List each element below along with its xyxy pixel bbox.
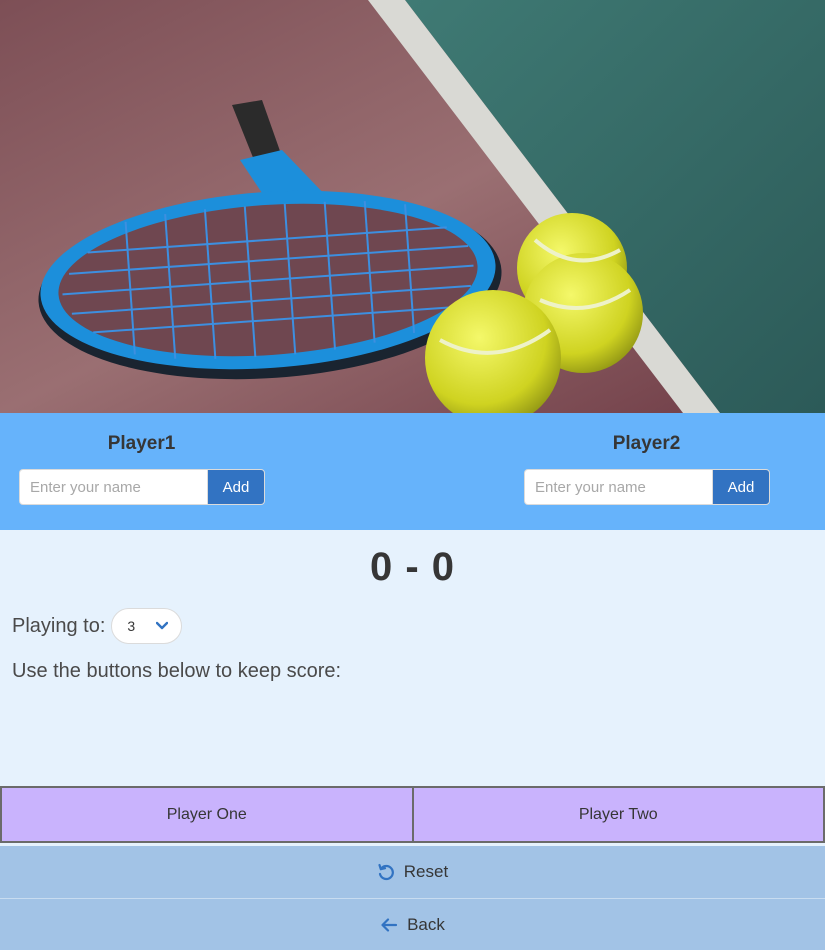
- tennis-racket-and-balls-photo: [0, 0, 825, 413]
- score-buttons: Player One Player Two: [0, 786, 825, 843]
- player2-name: Player2: [612, 433, 681, 454]
- back-button[interactable]: Back: [0, 898, 825, 950]
- player1-name-input[interactable]: [19, 469, 207, 505]
- playing-to-select[interactable]: 3: [111, 608, 183, 644]
- playing-to-setting: Playing to: 3: [12, 608, 183, 644]
- player2-name-input[interactable]: [524, 469, 712, 505]
- player-one-button[interactable]: Player One: [0, 786, 413, 843]
- player2-add-button[interactable]: Add: [712, 469, 770, 505]
- chevron-down-icon: [156, 621, 169, 630]
- back-label: Back: [407, 914, 445, 934]
- arrow-left-icon: [381, 917, 398, 932]
- reset-label: Reset: [403, 862, 449, 881]
- player1-name: Player1: [107, 433, 176, 454]
- hero-image: [0, 0, 825, 413]
- playing-to-label: Playing to:: [12, 614, 106, 637]
- instructions-text: Use the buttons below to keep score:: [12, 660, 342, 682]
- player1-add-button[interactable]: Add: [207, 469, 265, 505]
- playing-to-value: 3: [127, 618, 136, 634]
- reset-button[interactable]: Reset: [0, 846, 825, 898]
- undo-icon: [378, 863, 394, 881]
- player2-name-form: Add: [524, 469, 770, 505]
- score-display: 0 - 0: [369, 545, 456, 589]
- player1-name-form: Add: [19, 469, 265, 505]
- player-two-button[interactable]: Player Two: [412, 786, 825, 843]
- players-section: Player1 Add Player2 Add: [0, 413, 825, 530]
